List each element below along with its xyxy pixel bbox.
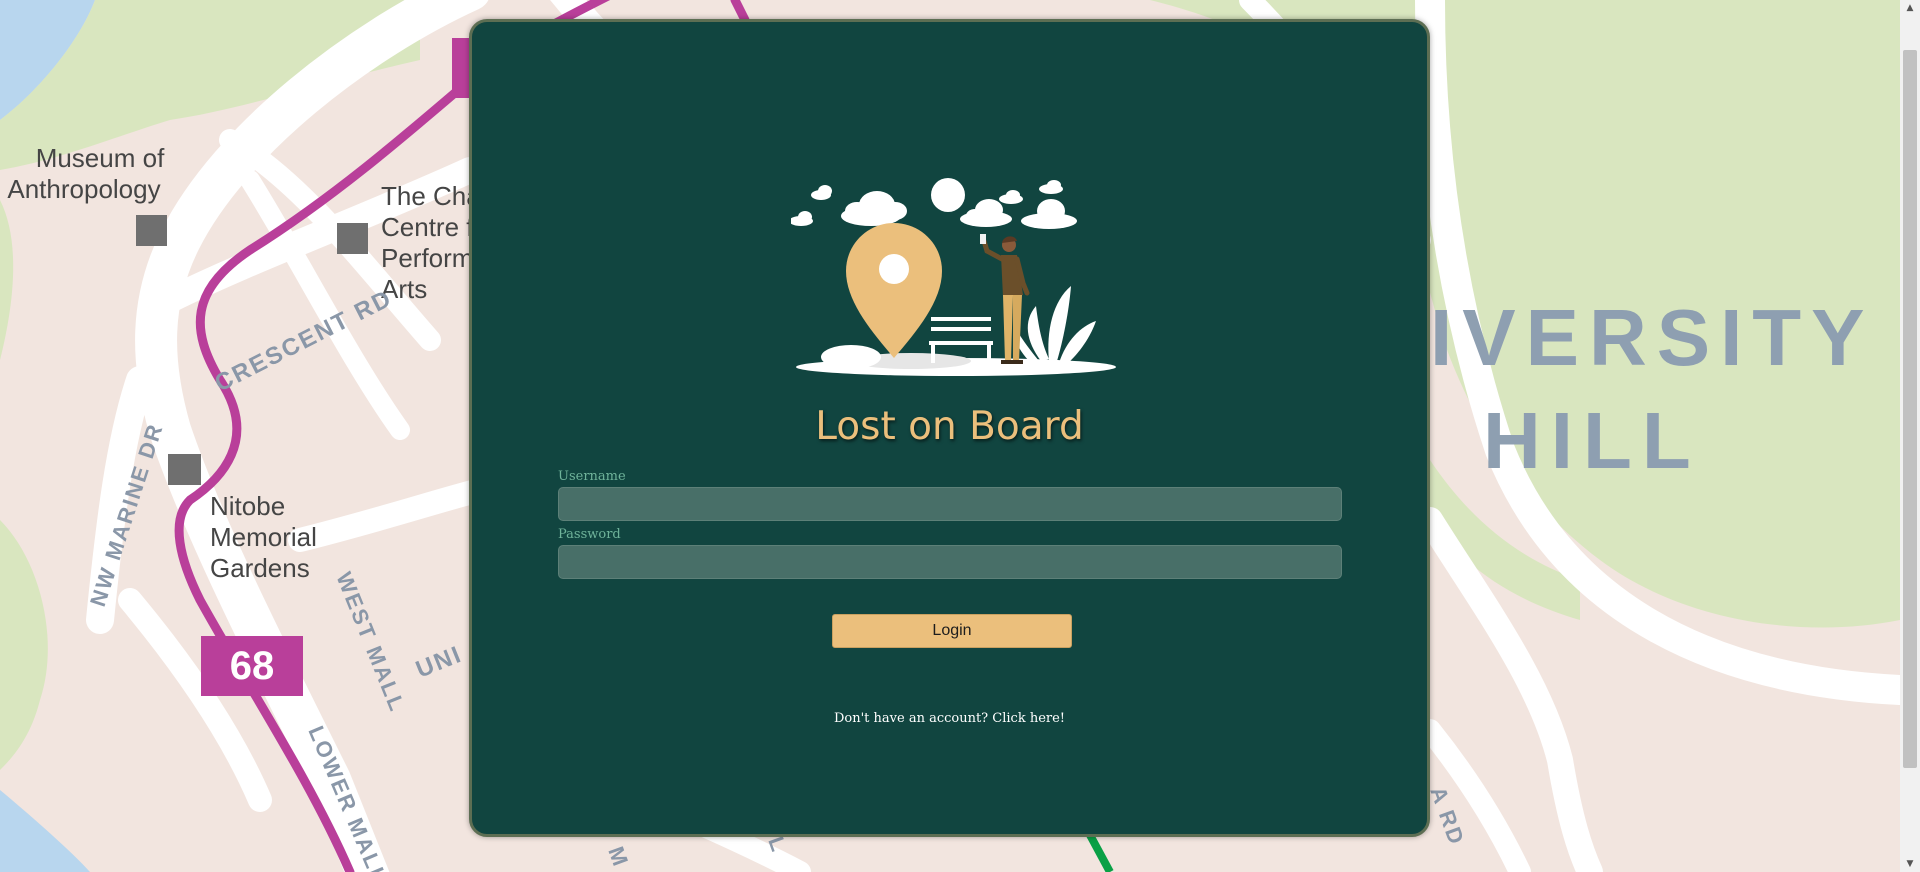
map-label-museum-2: Anthropology <box>7 174 160 204</box>
map-label-chan-3: Perform <box>381 243 473 273</box>
building-icon <box>168 454 201 485</box>
scroll-down-icon[interactable]: ▼ <box>1900 856 1920 872</box>
username-input[interactable] <box>558 487 1342 521</box>
map-label-museum-1: Museum of <box>36 143 165 173</box>
password-input[interactable] <box>558 545 1342 579</box>
signup-link[interactable]: Don't have an account? Click here! <box>472 711 1427 726</box>
area-label-hill: HILL <box>1483 396 1701 485</box>
route-badge-number: 68 <box>230 644 275 688</box>
map-label-chan-2: Centre f <box>381 212 474 242</box>
area-label-university: IVERSITY <box>1430 293 1875 382</box>
map-label-nitobe-1: Nitobe <box>210 491 285 521</box>
login-button[interactable]: Login <box>832 614 1072 648</box>
map-label-nitobe-2: Memorial <box>210 522 317 552</box>
building-icon <box>337 223 368 254</box>
location-pin-illustration <box>791 178 1116 376</box>
scroll-up-icon[interactable]: ▲ <box>1900 0 1920 16</box>
username-label: Username <box>558 469 626 484</box>
building-icon <box>136 215 167 246</box>
app-title: Lost on Board <box>815 404 1084 449</box>
map-label-nitobe-3: Gardens <box>210 553 310 583</box>
password-label: Password <box>558 527 621 542</box>
login-card: Lost on Board Username Password Login Do… <box>469 19 1430 837</box>
map-label-chan-1: The Cha <box>381 181 481 211</box>
vertical-scrollbar[interactable]: ▲ ▼ <box>1900 0 1920 872</box>
scrollbar-thumb[interactable] <box>1903 50 1917 768</box>
